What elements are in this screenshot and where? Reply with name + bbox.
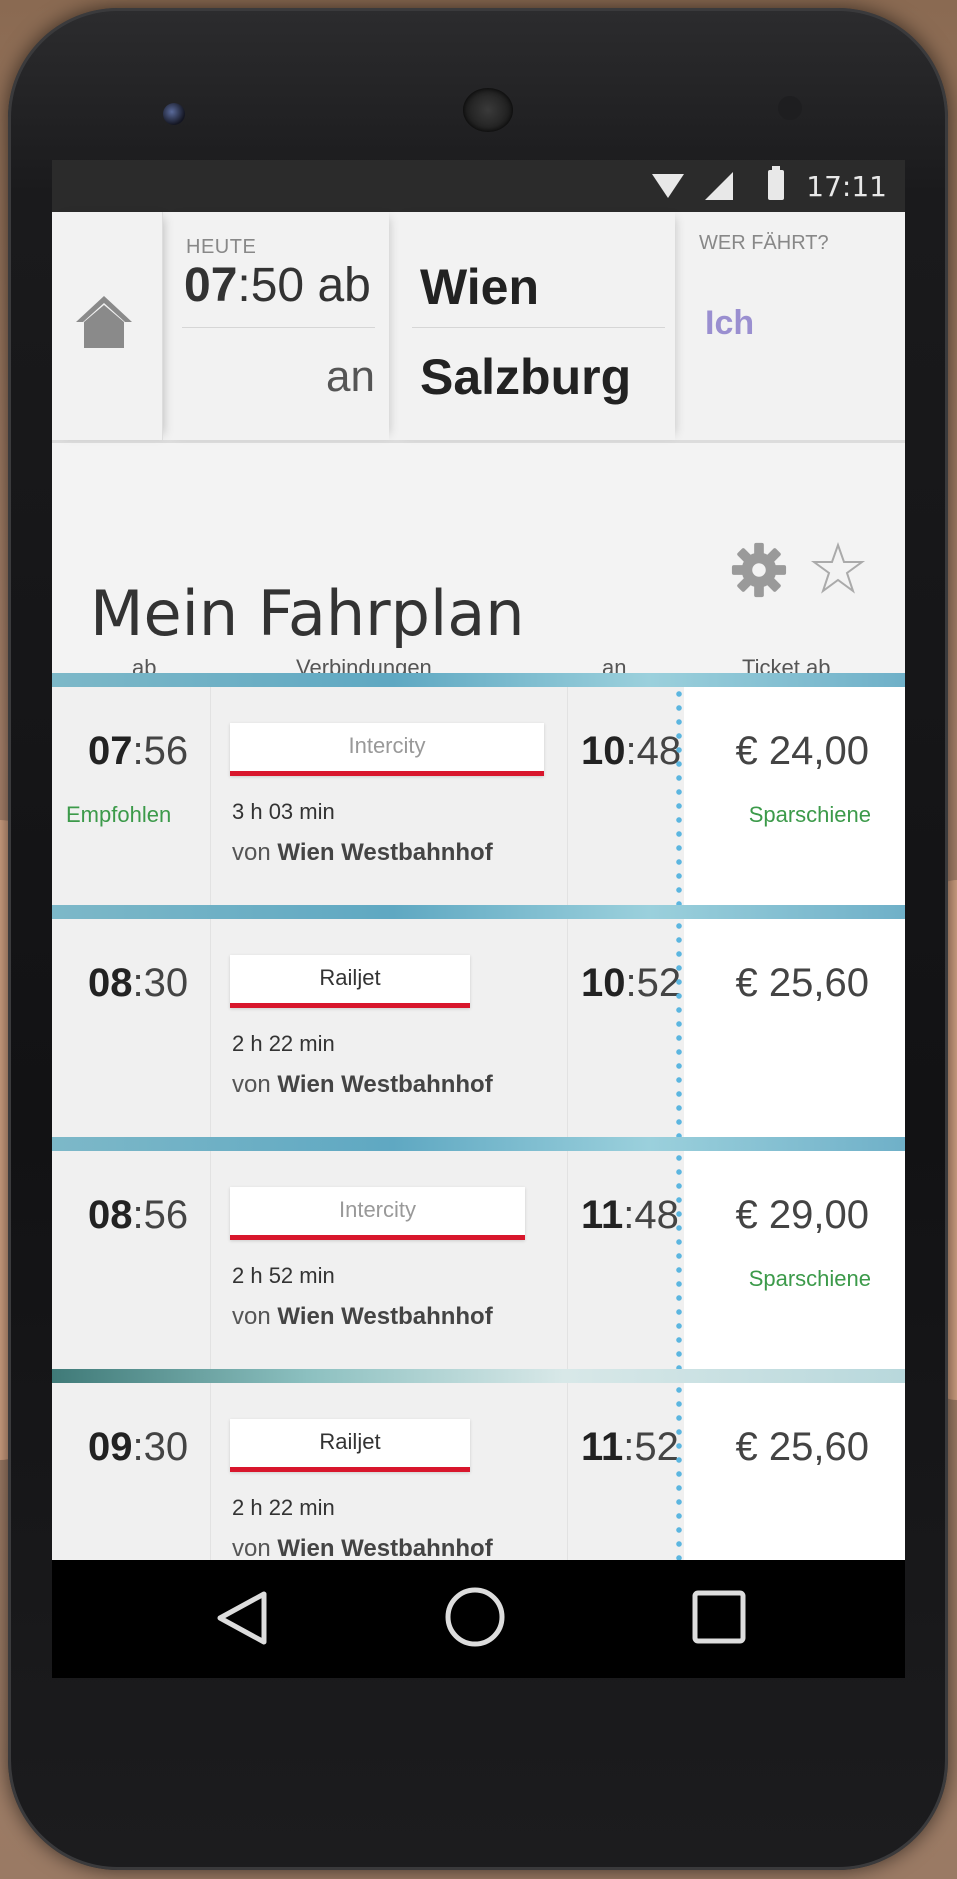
duration: 3 h 03 min [232,799,335,824]
origin-station: von Wien Westbahnhof [232,839,493,866]
fare-type: Sparschiene [748,1266,871,1291]
status-time: 17:11 [806,170,887,203]
ticket-price: € 29,00 [735,1193,869,1237]
station-selector[interactable]: Wien Salzburg [392,212,675,440]
departure-time: 08:56 [88,1193,189,1237]
today-label: HEUTE [186,236,257,258]
departure-cell: 07:56 Empfohlen [52,687,211,905]
dotted-divider [676,1383,682,1560]
search-header: HEUTE 07:50 ab an Wien Salzburg WER FÄHR… [52,212,905,443]
price-cell[interactable]: € 25,60 [684,1383,905,1560]
train-type: Railjet [230,955,470,1008]
time-selector[interactable]: HEUTE 07:50 ab an [164,212,389,440]
arrival-time: 10:52 [581,961,682,1005]
page-title: Mein Fahrplan [90,576,525,650]
square-recent-icon[interactable] [692,1590,746,1644]
price-cell[interactable]: € 25,60 [684,919,905,1137]
star-icon[interactable] [810,541,866,597]
departure-hours: 07 [184,259,238,312]
to-station[interactable]: Salzburg [420,348,631,406]
arrival-time: 11:48 [581,1193,679,1237]
arrival-time: 11:52 [581,1425,679,1469]
earpiece-speaker [463,88,513,132]
arrival-time: 10:48 [581,729,682,773]
price-cell[interactable]: € 24,00 Sparschiene [684,687,905,905]
connection-cell: Railjet 2 h 22 min von Wien Westbahnhof [212,919,568,1137]
proximity-sensor [778,96,802,120]
divider [412,327,665,328]
traveller-value[interactable]: Ich [705,304,754,343]
departure-cell: 09:30 [52,1383,211,1560]
origin-station: von Wien Westbahnhof [232,1071,493,1098]
ticket-price: € 25,60 [735,961,869,1005]
train-type: Intercity [230,1187,525,1240]
from-station[interactable]: Wien [420,258,539,316]
wifi-icon [652,174,684,198]
divider [182,327,375,328]
traveller-label: WER FÄHRT? [699,232,829,254]
arrival-label: an [326,352,375,401]
row-separator [52,1137,905,1151]
departure-time: 08:30 [88,961,189,1005]
home-button[interactable] [52,212,163,440]
train-type: Railjet [230,1419,470,1472]
android-nav-bar [52,1560,905,1678]
dotted-divider [676,687,682,905]
ticket-price: € 24,00 [735,729,869,773]
departure-time: 07:56 [88,729,189,773]
dotted-divider [676,1151,682,1369]
status-bar: 17:11 [52,160,905,212]
connection-row[interactable]: 09:30 Railjet 2 h 22 min von Wien Westba… [52,1383,905,1560]
departure-cell: 08:30 [52,919,211,1137]
signal-icon [705,172,733,200]
connection-list: 07:56 Empfohlen Intercity 3 h 03 min von… [52,673,905,1560]
gear-icon[interactable] [730,541,788,599]
price-cell[interactable]: € 29,00 Sparschiene [684,1151,905,1369]
departure-cell: 08:56 [52,1151,211,1369]
fare-type: Sparschiene [748,802,871,827]
connection-cell: Intercity 3 h 03 min von Wien Westbahnho… [212,687,568,905]
duration: 2 h 22 min [232,1495,335,1520]
duration: 2 h 52 min [232,1263,335,1288]
traveller-selector[interactable]: WER FÄHRT? Ich [677,212,905,440]
connection-cell: Intercity 2 h 52 min von Wien Westbahnho… [212,1151,568,1369]
departure-time: 07:50 ab [184,258,371,313]
ticket-price: € 25,60 [735,1425,869,1469]
departure-minutes: :50 ab [237,259,371,312]
origin-station: von Wien Westbahnhof [232,1303,493,1330]
battery-icon [768,166,784,200]
row-separator [52,673,905,687]
connection-row[interactable]: 08:30 Railjet 2 h 22 min von Wien Westba… [52,919,905,1137]
connection-row[interactable]: 08:56 Intercity 2 h 52 min von Wien West… [52,1151,905,1369]
duration: 2 h 22 min [232,1031,335,1056]
timetable-header: Mein Fahrplan ab Verbindungen an Ticket … [52,443,905,703]
departure-time: 09:30 [88,1425,189,1469]
circle-home-icon[interactable] [444,1586,506,1648]
dotted-divider [676,919,682,1137]
front-camera [163,103,185,125]
recommended-badge: Empfohlen [66,802,172,827]
home-icon [76,296,132,348]
row-separator [52,1369,905,1383]
origin-station: von Wien Westbahnhof [232,1535,493,1560]
connection-row[interactable]: 07:56 Empfohlen Intercity 3 h 03 min von… [52,687,905,905]
train-type: Intercity [230,723,544,776]
app-screen: 17:11 HEUTE 07:50 ab an Wien Salzburg WE… [52,160,905,1560]
row-separator [52,905,905,919]
connection-cell: Railjet 2 h 22 min von Wien Westbahnhof [212,1383,568,1560]
back-triangle-icon[interactable] [212,1588,272,1648]
